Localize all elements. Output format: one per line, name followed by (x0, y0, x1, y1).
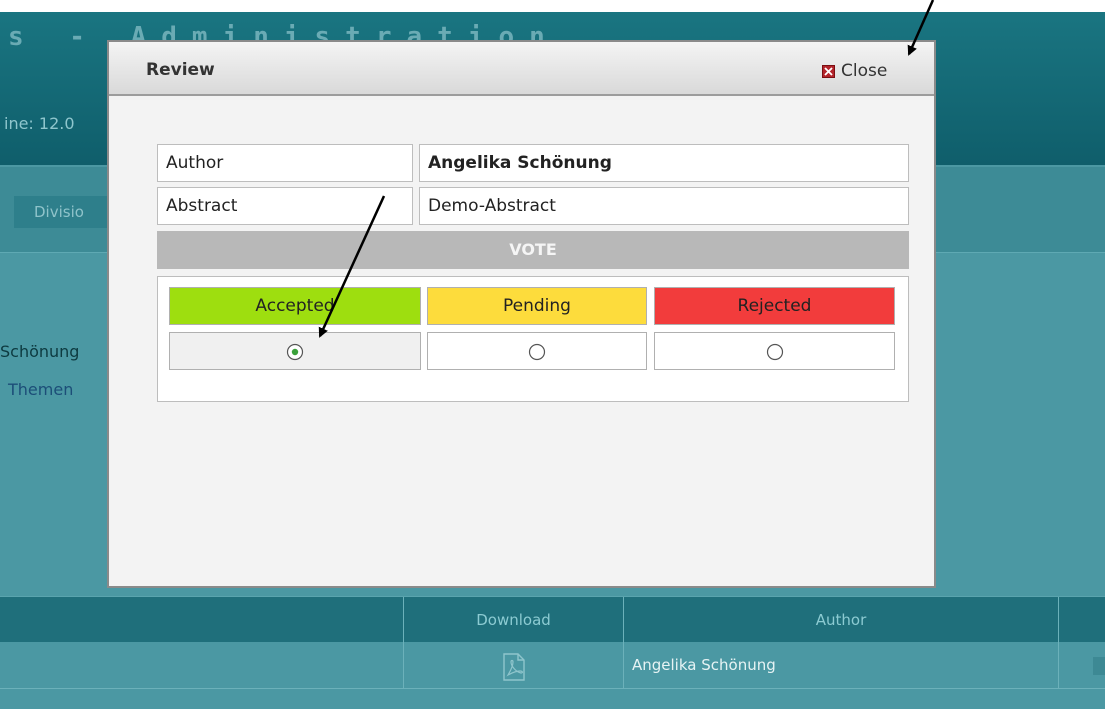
column-header-download: Download (403, 597, 623, 643)
close-label[interactable]: Close (841, 61, 887, 81)
pending-radio-button[interactable] (528, 343, 546, 361)
vote-pending-label: Pending (427, 287, 647, 325)
author-label: Author (157, 144, 413, 182)
table-cell-author: Angelika Schönung (623, 643, 1058, 689)
review-modal: Review Close Author Angelika Schönung Ab… (107, 40, 936, 588)
vote-rejected-cell[interactable] (654, 332, 895, 370)
vote-header: VOTE (157, 231, 909, 269)
table-header-row: Download Author (0, 596, 1105, 643)
rejected-radio-button[interactable] (766, 343, 784, 361)
column-header-name (0, 597, 403, 643)
row-action-icon[interactable] (1093, 657, 1105, 675)
column-header-extra (1058, 597, 1105, 643)
pdf-icon[interactable] (501, 653, 527, 681)
column-header-author: Author (623, 597, 1058, 643)
abstract-label: Abstract (157, 187, 413, 225)
abstract-value: Demo-Abstract (419, 187, 909, 225)
vote-panel: Accepted Pending Rejected (157, 276, 909, 402)
content-author-text: Schönung (0, 342, 80, 361)
vote-accepted-label: Accepted (169, 287, 421, 325)
author-value: Angelika Schönung (419, 144, 909, 182)
deadline-text: ine: 12.0 (4, 114, 75, 133)
content-topic-link[interactable]: Themen (8, 380, 73, 399)
close-icon[interactable] (822, 64, 835, 78)
accepted-radio-button[interactable] (286, 343, 304, 361)
close-button[interactable]: Close (822, 60, 887, 82)
table-cell-name (0, 643, 403, 689)
vote-rejected-label: Rejected (654, 287, 895, 325)
vote-pending-cell[interactable] (427, 332, 647, 370)
table-cell-extra (1058, 643, 1105, 689)
modal-title: Review (146, 60, 215, 80)
vote-accepted-cell[interactable] (169, 332, 421, 370)
table-row: Angelika Schönung (0, 643, 1105, 689)
table-cell-download (403, 643, 623, 689)
modal-header: Review Close (109, 42, 934, 96)
